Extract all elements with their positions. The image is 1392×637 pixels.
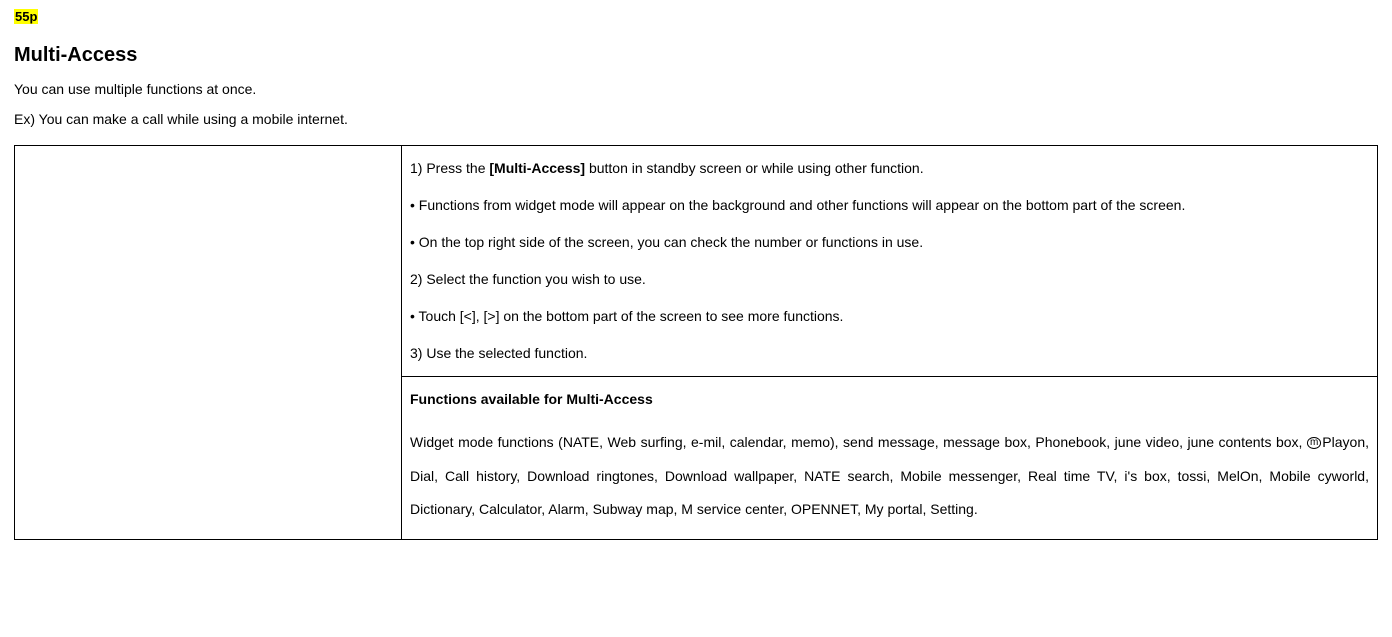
page-title: Multi-Access — [14, 44, 1378, 67]
functions-text: Widget mode functions (NATE, Web surfing… — [410, 434, 1307, 450]
steps-cell: 1) Press the [Multi-Access] button in st… — [402, 146, 1378, 377]
step-line: • Touch [<], [>] on the bottom part of t… — [410, 306, 1369, 327]
functions-heading: Functions available for Multi-Access — [410, 389, 1369, 410]
intro-text-2: Ex) You can make a call while using a mo… — [14, 111, 1378, 127]
page-marker: 55p — [14, 9, 38, 24]
step-line: 3) Use the selected function. — [410, 343, 1369, 364]
image-cell — [15, 146, 402, 540]
functions-cell: Functions available for Multi-Access Wid… — [402, 377, 1378, 540]
step-line: 2) Select the function you wish to use. — [410, 269, 1369, 290]
multi-access-label: [Multi-Access] — [489, 160, 585, 176]
step-line: • On the top right side of the screen, y… — [410, 232, 1369, 253]
functions-body: Widget mode functions (NATE, Web surfing… — [410, 426, 1369, 527]
intro-text-1: You can use multiple functions at once. — [14, 81, 1378, 97]
content-table: 1) Press the [Multi-Access] button in st… — [14, 145, 1378, 540]
step-text: 1) Press the — [410, 160, 489, 176]
table-row: 1) Press the [Multi-Access] button in st… — [15, 146, 1378, 377]
step-line: 1) Press the [Multi-Access] button in st… — [410, 158, 1369, 179]
step-text: button in standby screen or while using … — [585, 160, 924, 176]
step-line: • Functions from widget mode will appear… — [410, 195, 1369, 216]
circled-m-icon: m — [1307, 437, 1321, 449]
